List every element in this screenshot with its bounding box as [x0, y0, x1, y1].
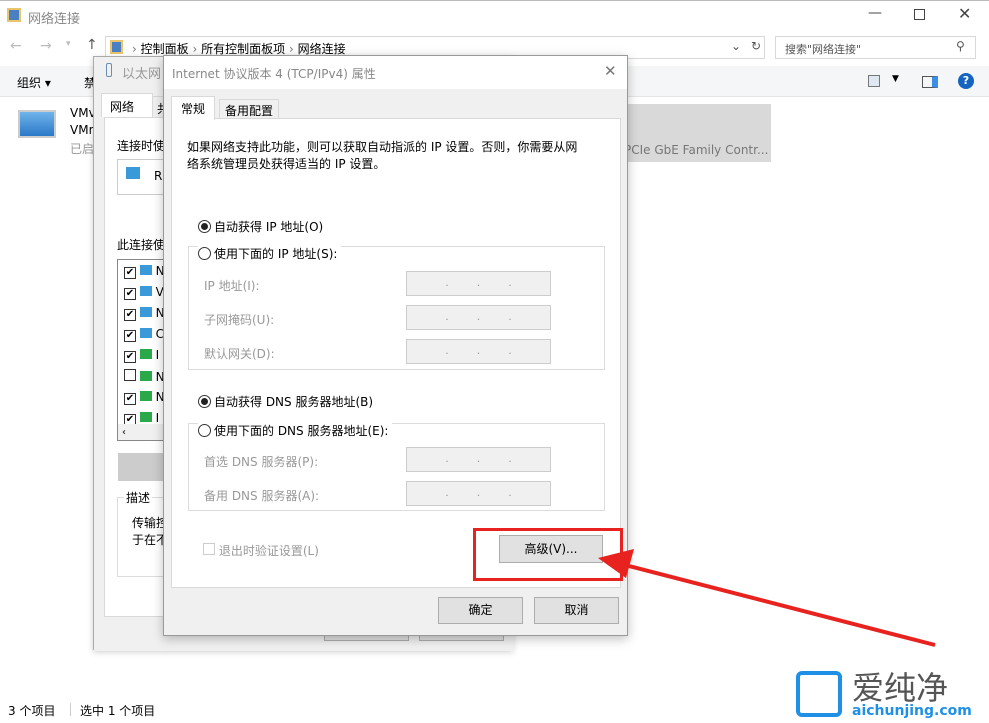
watermark-logo: 爱纯净 aichunjing.com — [790, 665, 989, 723]
annotation-arrow — [598, 549, 936, 647]
tab-general[interactable]: 常规 — [171, 96, 216, 120]
logo-mark-icon — [796, 671, 842, 717]
